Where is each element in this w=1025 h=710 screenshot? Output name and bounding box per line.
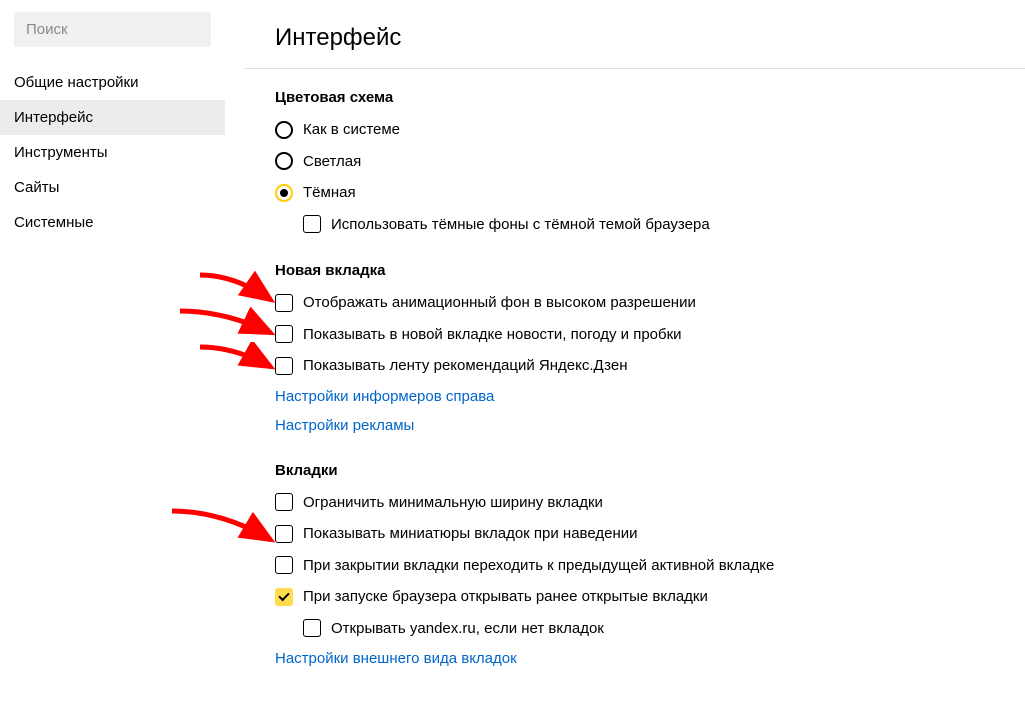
- checkbox-restore-tabs[interactable]: [275, 588, 293, 606]
- radio-label: Светлая: [303, 152, 361, 172]
- checkbox-label: Показывать миниатюры вкладок при наведен…: [303, 524, 638, 544]
- radio-system[interactable]: [275, 121, 293, 139]
- link-informers-settings[interactable]: Настройки информеров справа: [275, 388, 995, 405]
- settings-sidebar: Поиск Общие настройки Интерфейс Инструме…: [0, 0, 225, 710]
- link-ads-settings[interactable]: Настройки рекламы: [275, 417, 995, 434]
- checkbox-label: При запуске браузера открывать ранее отк…: [303, 587, 708, 607]
- checkbox-prev-active-tab[interactable]: [275, 556, 293, 574]
- checkbox-label: Использовать тёмные фоны с тёмной темой …: [331, 215, 710, 235]
- radio-label: Тёмная: [303, 183, 356, 203]
- checkbox-label: Ограничить минимальную ширину вкладки: [303, 493, 603, 513]
- checkbox-label: Показывать ленту рекомендаций Яндекс.Дзе…: [303, 356, 628, 376]
- checkbox-label: Показывать в новой вкладке новости, пого…: [303, 325, 682, 345]
- divider: [245, 68, 1025, 69]
- checkbox-tab-thumbnails[interactable]: [275, 525, 293, 543]
- section-title-new-tab: Новая вкладка: [275, 262, 995, 279]
- checkbox-label: Отображать анимационный фон в высоком ра…: [303, 293, 696, 313]
- radio-dark[interactable]: [275, 184, 293, 202]
- section-title-tabs: Вкладки: [275, 462, 995, 479]
- checkbox-label: Открывать yandex.ru, если нет вкладок: [331, 619, 604, 639]
- link-tab-appearance[interactable]: Настройки внешнего вида вкладок: [275, 650, 995, 667]
- checkbox-min-tab-width[interactable]: [275, 493, 293, 511]
- radio-label: Как в системе: [303, 120, 400, 140]
- search-input[interactable]: Поиск: [14, 12, 211, 47]
- checkbox-open-yandex-if-empty[interactable]: [303, 619, 321, 637]
- checkbox-zen-feed[interactable]: [275, 357, 293, 375]
- settings-content: Интерфейс Цветовая схема Как в системе С…: [245, 0, 1025, 710]
- sidebar-item-tools[interactable]: Инструменты: [0, 135, 225, 170]
- sidebar-item-system[interactable]: Системные: [0, 205, 225, 240]
- sidebar-item-sites[interactable]: Сайты: [0, 170, 225, 205]
- checkbox-news-weather-traffic[interactable]: [275, 325, 293, 343]
- sidebar-item-general[interactable]: Общие настройки: [0, 65, 225, 100]
- checkbox-label: При закрытии вкладки переходить к предыд…: [303, 556, 774, 576]
- radio-light[interactable]: [275, 152, 293, 170]
- page-title: Интерфейс: [275, 24, 995, 52]
- sidebar-item-interface[interactable]: Интерфейс: [0, 100, 225, 135]
- checkbox-dark-backgrounds[interactable]: [303, 215, 321, 233]
- section-title-color-scheme: Цветовая схема: [275, 89, 995, 106]
- checkbox-anim-bg[interactable]: [275, 294, 293, 312]
